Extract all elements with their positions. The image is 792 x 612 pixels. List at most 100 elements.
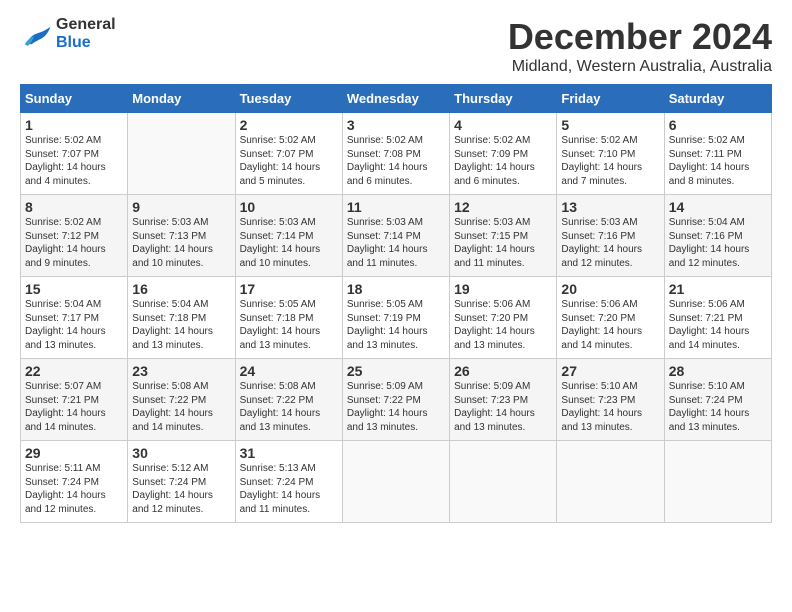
day-number: 17 — [240, 281, 338, 297]
day-number: 13 — [561, 199, 659, 215]
day-number: 3 — [347, 117, 445, 133]
day-number: 18 — [347, 281, 445, 297]
cell-info: Sunrise: 5:13 AMSunset: 7:24 PMDaylight:… — [240, 462, 338, 516]
empty-cell — [557, 441, 664, 523]
cell-info: Sunrise: 5:06 AMSunset: 7:20 PMDaylight:… — [454, 298, 552, 352]
table-row: 10 Sunrise: 5:03 AMSunset: 7:14 PMDaylig… — [235, 195, 342, 277]
cell-info: Sunrise: 5:02 AMSunset: 7:09 PMDaylight:… — [454, 134, 552, 188]
table-row: 9 Sunrise: 5:03 AMSunset: 7:13 PMDayligh… — [128, 195, 235, 277]
day-number: 9 — [132, 199, 230, 215]
day-number: 22 — [25, 363, 123, 379]
calendar-table: Sunday Monday Tuesday Wednesday Thursday… — [20, 84, 772, 523]
table-row: 24 Sunrise: 5:08 AMSunset: 7:22 PMDaylig… — [235, 359, 342, 441]
table-row: 21 Sunrise: 5:06 AMSunset: 7:21 PMDaylig… — [664, 277, 771, 359]
table-row: 2 Sunrise: 5:02 AMSunset: 7:07 PMDayligh… — [235, 113, 342, 195]
title-area: December 2024 Midland, Western Australia… — [508, 16, 772, 76]
day-number: 19 — [454, 281, 552, 297]
cell-info: Sunrise: 5:10 AMSunset: 7:24 PMDaylight:… — [669, 380, 767, 434]
cell-info: Sunrise: 5:03 AMSunset: 7:14 PMDaylight:… — [347, 216, 445, 270]
calendar-week: 22 Sunrise: 5:07 AMSunset: 7:21 PMDaylig… — [21, 359, 772, 441]
cell-info: Sunrise: 5:04 AMSunset: 7:17 PMDaylight:… — [25, 298, 123, 352]
cell-info: Sunrise: 5:03 AMSunset: 7:15 PMDaylight:… — [454, 216, 552, 270]
header-row: Sunday Monday Tuesday Wednesday Thursday… — [21, 85, 772, 113]
day-number: 27 — [561, 363, 659, 379]
col-tuesday: Tuesday — [235, 85, 342, 113]
cell-info: Sunrise: 5:12 AMSunset: 7:24 PMDaylight:… — [132, 462, 230, 516]
logo-text: General Blue — [56, 16, 116, 52]
cell-info: Sunrise: 5:05 AMSunset: 7:19 PMDaylight:… — [347, 298, 445, 352]
table-row: 5 Sunrise: 5:02 AMSunset: 7:10 PMDayligh… — [557, 113, 664, 195]
cell-info: Sunrise: 5:04 AMSunset: 7:16 PMDaylight:… — [669, 216, 767, 270]
day-number: 6 — [669, 117, 767, 133]
table-row: 18 Sunrise: 5:05 AMSunset: 7:19 PMDaylig… — [342, 277, 449, 359]
cell-info: Sunrise: 5:09 AMSunset: 7:23 PMDaylight:… — [454, 380, 552, 434]
day-number: 12 — [454, 199, 552, 215]
cell-info: Sunrise: 5:02 AMSunset: 7:08 PMDaylight:… — [347, 134, 445, 188]
cell-info: Sunrise: 5:05 AMSunset: 7:18 PMDaylight:… — [240, 298, 338, 352]
table-row: 27 Sunrise: 5:10 AMSunset: 7:23 PMDaylig… — [557, 359, 664, 441]
cell-info: Sunrise: 5:07 AMSunset: 7:21 PMDaylight:… — [25, 380, 123, 434]
table-row: 14 Sunrise: 5:04 AMSunset: 7:16 PMDaylig… — [664, 195, 771, 277]
header: General Blue December 2024 Midland, West… — [20, 16, 772, 76]
location-title: Midland, Western Australia, Australia — [508, 58, 772, 76]
table-row: 4 Sunrise: 5:02 AMSunset: 7:09 PMDayligh… — [450, 113, 557, 195]
col-thursday: Thursday — [450, 85, 557, 113]
day-number: 23 — [132, 363, 230, 379]
calendar-week: 1 Sunrise: 5:02 AMSunset: 7:07 PMDayligh… — [21, 113, 772, 195]
day-number: 26 — [454, 363, 552, 379]
cell-info: Sunrise: 5:02 AMSunset: 7:12 PMDaylight:… — [25, 216, 123, 270]
cell-info: Sunrise: 5:11 AMSunset: 7:24 PMDaylight:… — [25, 462, 123, 516]
cell-info: Sunrise: 5:08 AMSunset: 7:22 PMDaylight:… — [240, 380, 338, 434]
cell-info: Sunrise: 5:06 AMSunset: 7:20 PMDaylight:… — [561, 298, 659, 352]
day-number: 11 — [347, 199, 445, 215]
table-row: 8 Sunrise: 5:02 AMSunset: 7:12 PMDayligh… — [21, 195, 128, 277]
table-row: 17 Sunrise: 5:05 AMSunset: 7:18 PMDaylig… — [235, 277, 342, 359]
table-row: 31 Sunrise: 5:13 AMSunset: 7:24 PMDaylig… — [235, 441, 342, 523]
day-number: 31 — [240, 445, 338, 461]
empty-cell — [664, 441, 771, 523]
day-number: 28 — [669, 363, 767, 379]
cell-info: Sunrise: 5:06 AMSunset: 7:21 PMDaylight:… — [669, 298, 767, 352]
table-row: 23 Sunrise: 5:08 AMSunset: 7:22 PMDaylig… — [128, 359, 235, 441]
table-row: 22 Sunrise: 5:07 AMSunset: 7:21 PMDaylig… — [21, 359, 128, 441]
empty-cell — [342, 441, 449, 523]
day-number: 24 — [240, 363, 338, 379]
col-friday: Friday — [557, 85, 664, 113]
day-number: 29 — [25, 445, 123, 461]
table-row: 13 Sunrise: 5:03 AMSunset: 7:16 PMDaylig… — [557, 195, 664, 277]
table-row: 28 Sunrise: 5:10 AMSunset: 7:24 PMDaylig… — [664, 359, 771, 441]
day-number: 25 — [347, 363, 445, 379]
cell-info: Sunrise: 5:03 AMSunset: 7:16 PMDaylight:… — [561, 216, 659, 270]
cell-info: Sunrise: 5:08 AMSunset: 7:22 PMDaylight:… — [132, 380, 230, 434]
col-sunday: Sunday — [21, 85, 128, 113]
col-wednesday: Wednesday — [342, 85, 449, 113]
table-row: 30 Sunrise: 5:12 AMSunset: 7:24 PMDaylig… — [128, 441, 235, 523]
table-row: 12 Sunrise: 5:03 AMSunset: 7:15 PMDaylig… — [450, 195, 557, 277]
day-number: 1 — [25, 117, 123, 133]
cell-info: Sunrise: 5:02 AMSunset: 7:11 PMDaylight:… — [669, 134, 767, 188]
table-row: 20 Sunrise: 5:06 AMSunset: 7:20 PMDaylig… — [557, 277, 664, 359]
cell-info: Sunrise: 5:03 AMSunset: 7:13 PMDaylight:… — [132, 216, 230, 270]
day-number: 2 — [240, 117, 338, 133]
day-number: 20 — [561, 281, 659, 297]
cell-info: Sunrise: 5:04 AMSunset: 7:18 PMDaylight:… — [132, 298, 230, 352]
day-number: 15 — [25, 281, 123, 297]
calendar-week: 29 Sunrise: 5:11 AMSunset: 7:24 PMDaylig… — [21, 441, 772, 523]
day-number: 8 — [25, 199, 123, 215]
day-number: 5 — [561, 117, 659, 133]
calendar-week: 15 Sunrise: 5:04 AMSunset: 7:17 PMDaylig… — [21, 277, 772, 359]
day-number: 30 — [132, 445, 230, 461]
cell-info: Sunrise: 5:02 AMSunset: 7:07 PMDaylight:… — [240, 134, 338, 188]
empty-cell — [128, 113, 235, 195]
col-saturday: Saturday — [664, 85, 771, 113]
col-monday: Monday — [128, 85, 235, 113]
day-number: 10 — [240, 199, 338, 215]
table-row: 15 Sunrise: 5:04 AMSunset: 7:17 PMDaylig… — [21, 277, 128, 359]
table-row: 3 Sunrise: 5:02 AMSunset: 7:08 PMDayligh… — [342, 113, 449, 195]
cell-info: Sunrise: 5:02 AMSunset: 7:10 PMDaylight:… — [561, 134, 659, 188]
empty-cell — [450, 441, 557, 523]
day-number: 21 — [669, 281, 767, 297]
logo: General Blue — [20, 16, 116, 52]
logo-icon — [20, 20, 52, 48]
day-number: 14 — [669, 199, 767, 215]
